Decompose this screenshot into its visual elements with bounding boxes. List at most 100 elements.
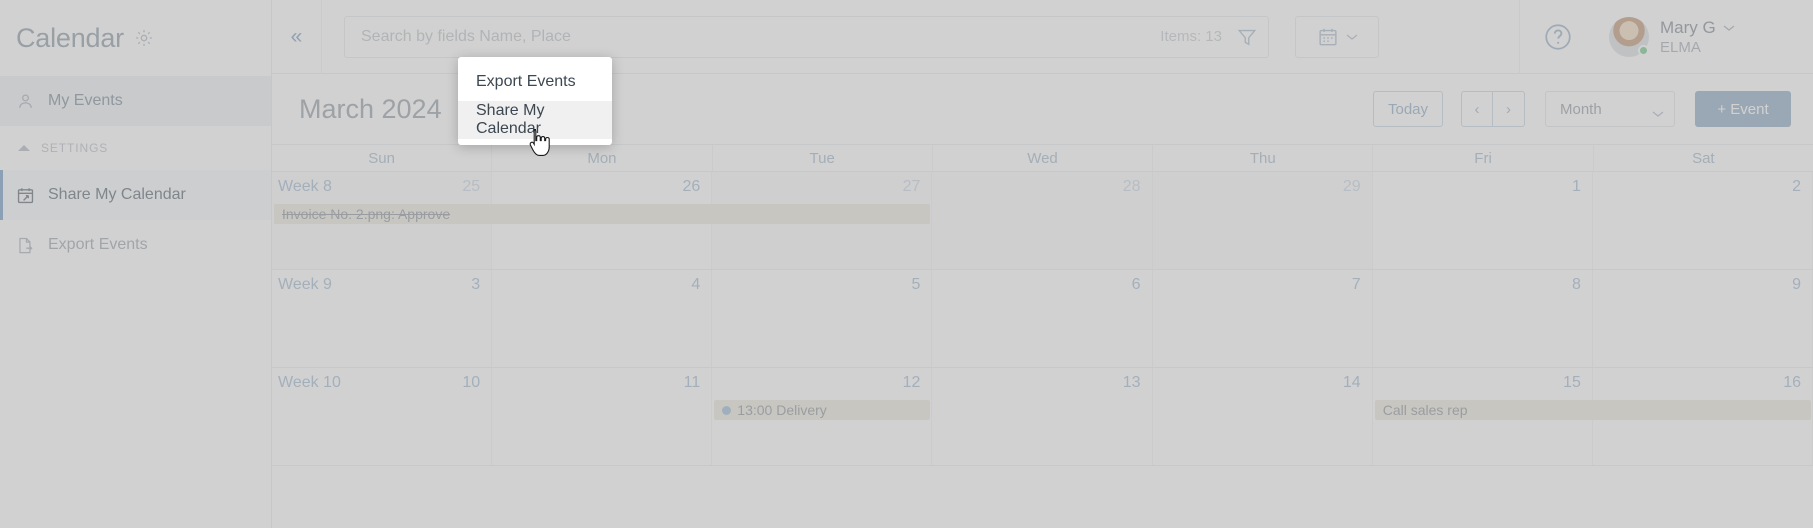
- calendar-day-cell[interactable]: 8: [1373, 270, 1593, 367]
- calendar-day-cell[interactable]: 5: [712, 270, 933, 367]
- file-export-icon: [16, 236, 35, 255]
- chevron-double-left-icon[interactable]: «: [272, 0, 322, 74]
- mouse-cursor: [529, 129, 550, 156]
- day-number: 13: [1122, 374, 1141, 391]
- event-title: Invoice No. 2.png: Approve: [282, 206, 451, 222]
- day-of-week-header: Mon: [492, 145, 713, 171]
- calendar-day-cell[interactable]: 2: [1593, 172, 1813, 269]
- day-number: 28: [1122, 178, 1141, 195]
- calendar-day-cell[interactable]: 9: [1593, 270, 1813, 367]
- calendar-day-cell[interactable]: 14: [1153, 368, 1373, 465]
- day-number: 25: [462, 178, 481, 195]
- caret-up-icon: [18, 145, 30, 151]
- status-badge: [1638, 44, 1649, 56]
- day-of-week-header: Sat: [1692, 150, 1715, 167]
- day-number: 5: [911, 276, 921, 293]
- next-month-button[interactable]: ›: [1493, 91, 1525, 127]
- view-mode-label: Month: [1560, 100, 1602, 118]
- day-of-week-header: Fri: [1373, 145, 1594, 171]
- day-number: 9: [1792, 276, 1801, 293]
- calendar-day-cell[interactable]: 7: [1153, 270, 1373, 367]
- day-number: 26: [682, 178, 701, 195]
- calendar-event[interactable]: Call sales rep: [1374, 400, 1811, 420]
- day-number: 6: [1131, 276, 1141, 293]
- profile-name: Mary G: [1660, 17, 1716, 37]
- event-title: Call sales rep: [1382, 402, 1468, 418]
- calendar-day-cell[interactable]: 13: [932, 368, 1153, 465]
- calendar-day-cell[interactable]: 1: [1373, 172, 1593, 269]
- sidebar-item-share-my-calendar[interactable]: Share My Calendar: [0, 170, 271, 220]
- day-number: 4: [691, 276, 701, 293]
- month-navigation: ‹ ›: [1461, 91, 1525, 127]
- day-number: 29: [1342, 178, 1361, 195]
- calendar-week-row: 3 4 5 6 7 8 9 Week 9: [272, 270, 1813, 368]
- sidebar-header: Calendar: [0, 0, 271, 76]
- sidebar-section-settings[interactable]: SETTINGS: [0, 126, 271, 170]
- calendar-week-rows: 25 26 27 28 29 1 2 Week 8 Invoice No. 2.png: App…: [272, 172, 1813, 466]
- day-number: 11: [683, 374, 701, 391]
- day-number: 1: [1571, 178, 1581, 195]
- calendar-picker-button[interactable]: [1295, 15, 1379, 58]
- user-profile[interactable]: Mary G ELMA: [1595, 0, 1813, 74]
- sidebar-item-label: Export Events: [48, 236, 148, 253]
- sidebar-section-label: SETTINGS: [41, 141, 109, 155]
- menu-item-export-events[interactable]: Export Events: [458, 63, 612, 101]
- calendar-day-cell[interactable]: 28: [932, 172, 1153, 269]
- calendar-day-cell[interactable]: 6: [932, 270, 1153, 367]
- day-number: 16: [1783, 374, 1801, 391]
- day-number: 7: [1351, 276, 1361, 293]
- day-number: 8: [1571, 276, 1581, 293]
- day-number: 10: [462, 374, 481, 391]
- help-button[interactable]: [1519, 0, 1595, 74]
- day-number: 15: [1563, 374, 1581, 391]
- calendar-icon: [1317, 26, 1339, 48]
- calendar-event[interactable]: Invoice No. 2.png: Approve: [274, 204, 931, 224]
- chevron-down-icon: [1723, 24, 1735, 32]
- day-number: 27: [902, 178, 921, 195]
- event-color-dot: [722, 405, 732, 415]
- calendar-day-cell[interactable]: 29: [1152, 172, 1373, 269]
- day-of-week-header: Tue: [713, 145, 933, 171]
- page-title: March 2024: [299, 93, 442, 124]
- today-button[interactable]: Today: [1373, 91, 1443, 127]
- sidebar-item-my-events[interactable]: My Events: [0, 76, 271, 126]
- calendar-toolbar-actions: Today ‹ › Month + Event: [1373, 91, 1813, 127]
- app-title: Calendar: [16, 22, 124, 53]
- search-bar[interactable]: Items: 13: [344, 15, 1269, 58]
- week-label: Week 8: [278, 178, 332, 195]
- day-number: 12: [902, 374, 921, 391]
- question-circle-icon: [1543, 22, 1573, 52]
- day-of-week-header-row: Sun Mon Tue Wed Thu Fri Sat: [272, 144, 1813, 172]
- gear-icon[interactable]: [134, 28, 154, 48]
- view-mode-select[interactable]: Month: [1545, 91, 1675, 127]
- day-of-week-header: Sun: [272, 145, 493, 171]
- profile-org: ELMA: [1660, 38, 1701, 56]
- sidebar: Calendar My Events SETTINGS Share My Cal…: [0, 0, 272, 528]
- calendar-grid: Sun Mon Tue Wed Thu Fri Sat 25 26 27 28 29 1 2 Week 8…: [272, 144, 1813, 528]
- calendar-app: Calendar My Events SETTINGS Share My Cal…: [0, 0, 1813, 528]
- chevron-down-icon: [1652, 105, 1664, 117]
- user-icon: [16, 92, 35, 111]
- sidebar-item-export-events[interactable]: Export Events: [0, 220, 271, 270]
- calendar-edit-icon: [16, 186, 35, 205]
- avatar: [1609, 16, 1649, 57]
- calendar-event[interactable]: 13:00 Delivery: [714, 400, 931, 420]
- week-label: Week 10: [278, 374, 341, 391]
- week-label: Week 9: [278, 276, 332, 293]
- calendar-week-row: 10 11 12 13 14 15 16 Week 10 13:00 Delivery Call …: [272, 368, 1813, 466]
- event-title: 13:00 Delivery: [737, 402, 827, 418]
- calendar-day-cell[interactable]: 4: [492, 270, 713, 367]
- items-count: Items: 13: [1160, 28, 1222, 45]
- search-input[interactable]: [361, 27, 1161, 46]
- sidebar-item-label: Share My Calendar: [48, 186, 186, 203]
- add-event-button[interactable]: + Event: [1695, 91, 1791, 127]
- day-number: 3: [471, 276, 481, 293]
- day-of-week-header: Wed: [933, 145, 1154, 171]
- day-number: 2: [1792, 178, 1801, 195]
- prev-month-button[interactable]: ‹: [1461, 91, 1493, 127]
- day-number: 14: [1342, 374, 1361, 391]
- sidebar-item-label: My Events: [48, 92, 123, 109]
- chevron-down-icon: [1346, 33, 1358, 41]
- calendar-day-cell[interactable]: 11: [492, 368, 713, 465]
- funnel-icon[interactable]: [1236, 26, 1258, 48]
